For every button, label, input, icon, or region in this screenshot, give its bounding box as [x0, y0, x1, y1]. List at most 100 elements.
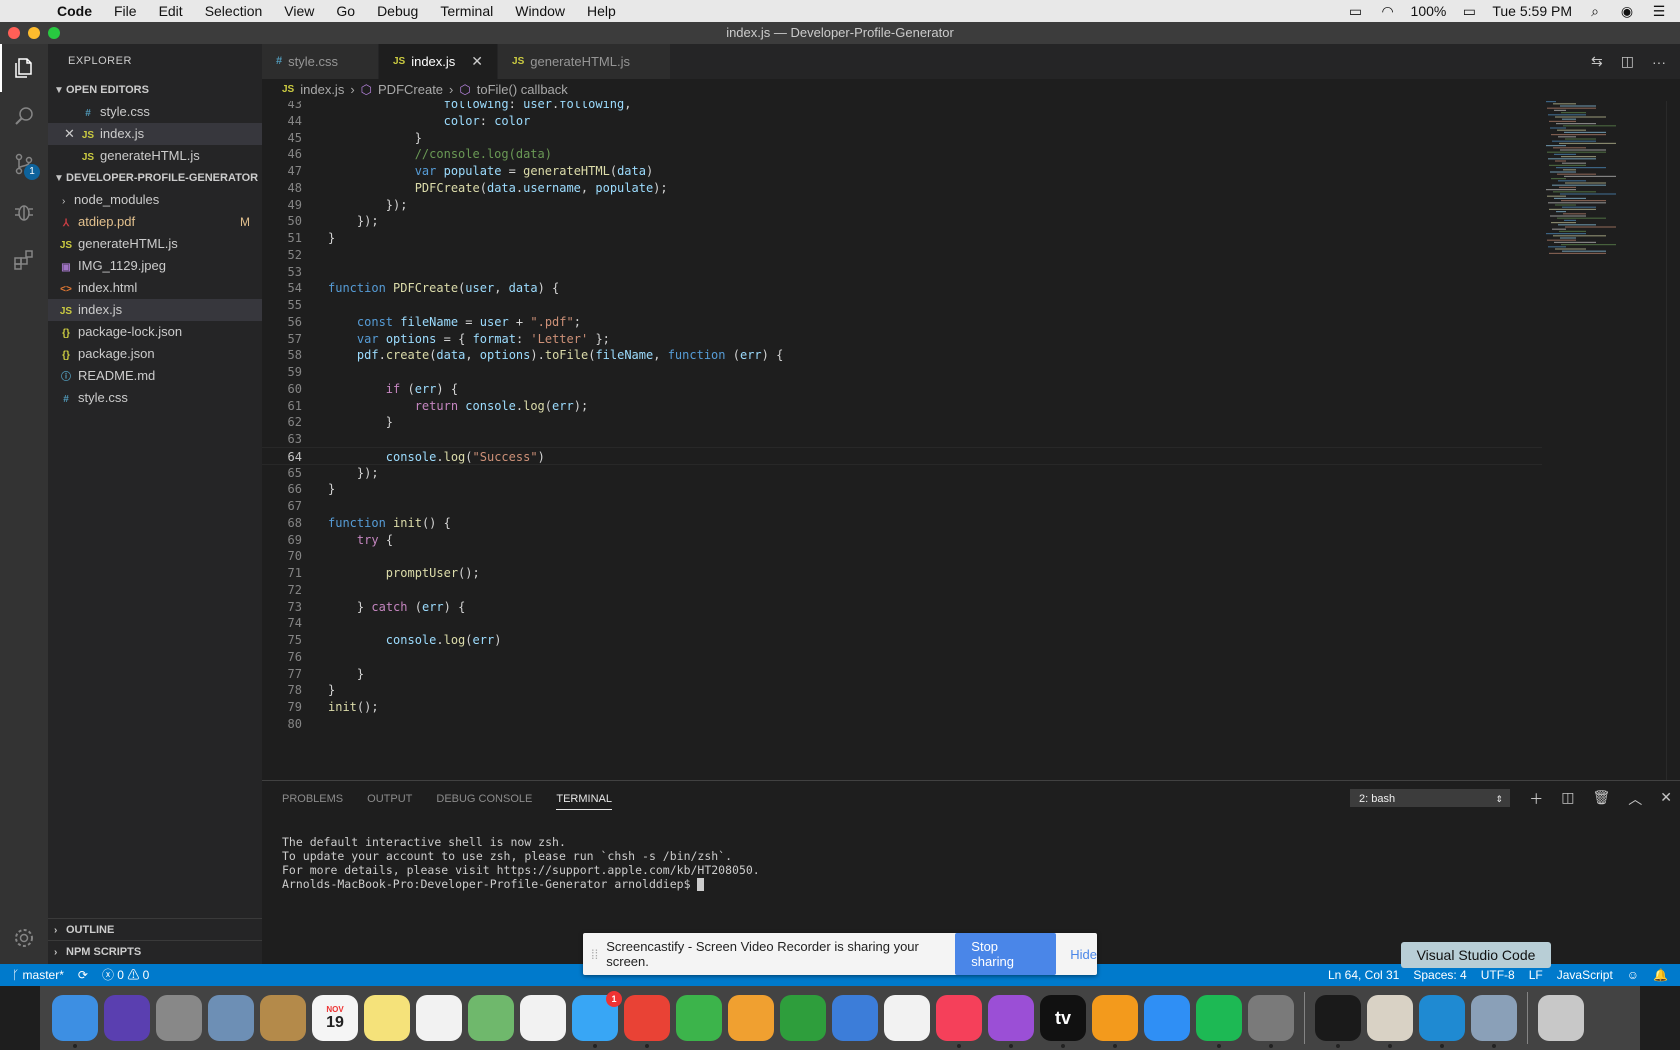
- news-icon[interactable]: [884, 995, 930, 1041]
- menu-go[interactable]: Go: [325, 0, 366, 22]
- search-icon[interactable]: [0, 92, 48, 140]
- debug-icon[interactable]: [0, 188, 48, 236]
- file-tree-item-selected[interactable]: JS index.js: [48, 299, 262, 321]
- source-control-icon[interactable]: 1: [0, 140, 48, 188]
- maps-icon[interactable]: [468, 995, 514, 1041]
- code-line[interactable]: 66}: [262, 480, 1542, 498]
- outline-header[interactable]: › OUTLINE: [48, 918, 262, 940]
- git-branch-status[interactable]: ᚴ master*: [12, 964, 64, 986]
- file-tree-item[interactable]: # style.css: [48, 387, 262, 409]
- notifications-bell-icon[interactable]: 🔔: [1653, 964, 1668, 986]
- code-line[interactable]: 49 });: [262, 196, 1542, 214]
- spotify-icon[interactable]: [1196, 995, 1242, 1048]
- code-line[interactable]: 54 function PDFCreate(user, data) {: [262, 279, 1542, 297]
- notes-icon[interactable]: [364, 995, 410, 1041]
- code-line[interactable]: 62 }: [262, 413, 1542, 431]
- code-line[interactable]: 76: [262, 648, 1542, 666]
- code-line[interactable]: 48 PDFCreate(data.username, populate);: [262, 179, 1542, 197]
- code-line[interactable]: 52: [262, 246, 1542, 264]
- tab-generatehtml-js[interactable]: JS generateHTML.js: [498, 44, 671, 79]
- numbers-icon[interactable]: [780, 995, 826, 1041]
- app-store-icon[interactable]: [1144, 995, 1190, 1041]
- split-editor-icon[interactable]: ◫: [1621, 53, 1634, 70]
- code-line[interactable]: 74: [262, 614, 1542, 632]
- menu-file[interactable]: File: [103, 0, 148, 22]
- extensions-icon[interactable]: [0, 236, 48, 284]
- more-actions-icon[interactable]: ···: [1652, 54, 1666, 70]
- terminal-output[interactable]: The default interactive shell is now zsh…: [282, 835, 760, 891]
- terminal-prompt-line[interactable]: Arnolds-MacBook-Pro:Developer-Profile-Ge…: [282, 877, 760, 891]
- breadcrumb-symbol[interactable]: toFile() callback: [477, 79, 568, 101]
- system-preferences-icon[interactable]: [1248, 995, 1294, 1048]
- podcasts-icon[interactable]: [988, 995, 1034, 1048]
- finder-icon[interactable]: [52, 995, 98, 1048]
- airplay-icon[interactable]: ▭: [1347, 3, 1365, 20]
- open-changes-icon[interactable]: ⇆: [1591, 53, 1603, 70]
- code-line[interactable]: 61 return console.log(err);: [262, 397, 1542, 415]
- calendar-icon[interactable]: NOV 19: [312, 995, 358, 1041]
- code-line[interactable]: 71 promptUser();: [262, 564, 1542, 582]
- spotlight-search-icon[interactable]: ⌕: [1586, 3, 1604, 20]
- panel-tab-debug-console[interactable]: DEBUG CONSOLE: [436, 793, 532, 805]
- code-line[interactable]: 69 try {: [262, 531, 1542, 549]
- project-folder-header[interactable]: ▼ DEVELOPER-PROFILE-GENERATOR: [48, 167, 262, 189]
- menu-help[interactable]: Help: [576, 0, 627, 22]
- editor-scrollbar[interactable]: [1666, 101, 1680, 780]
- code-line[interactable]: 77 }: [262, 665, 1542, 683]
- open-editor-item[interactable]: JS generateHTML.js: [48, 145, 262, 167]
- split-terminal-icon[interactable]: ◫: [1561, 789, 1574, 809]
- feedback-smiley-icon[interactable]: ☺: [1627, 964, 1639, 986]
- code-line[interactable]: 60 if (err) {: [262, 380, 1542, 398]
- code-line[interactable]: 47 var populate = generateHTML(data): [262, 162, 1542, 180]
- zoom-window-button[interactable]: [48, 27, 60, 39]
- menu-edit[interactable]: Edit: [148, 0, 194, 22]
- keynote-icon[interactable]: [832, 995, 878, 1041]
- menu-terminal[interactable]: Terminal: [429, 0, 504, 22]
- code-line[interactable]: 44 color: color: [262, 112, 1542, 130]
- messages-icon[interactable]: 1: [572, 991, 622, 1048]
- cursor-position[interactable]: Ln 64, Col 31: [1328, 964, 1399, 986]
- file-tree-item[interactable]: {} package.json: [48, 343, 262, 365]
- code-line[interactable]: 79 init();: [262, 698, 1542, 716]
- code-line[interactable]: 68 function init() {: [262, 514, 1542, 532]
- code-line[interactable]: 46 //console.log(data): [262, 145, 1542, 163]
- menu-clock[interactable]: Tue 5:59 PM: [1492, 3, 1572, 19]
- new-terminal-icon[interactable]: ＋: [1529, 789, 1543, 809]
- vscode-icon[interactable]: [1419, 995, 1465, 1048]
- sync-icon[interactable]: ⟳: [78, 964, 88, 986]
- tab-style-css[interactable]: # style.css: [262, 44, 379, 79]
- menu-app-name[interactable]: Code: [46, 0, 103, 22]
- reminders-icon[interactable]: [416, 995, 462, 1041]
- code-line[interactable]: 73 } catch (err) {: [262, 598, 1542, 616]
- open-editor-item[interactable]: # style.css: [48, 101, 262, 123]
- stop-sharing-button[interactable]: Stop sharing: [955, 933, 1057, 975]
- drag-handle-icon[interactable]: ⁞⁞: [591, 947, 598, 962]
- textedit-icon[interactable]: [1367, 995, 1413, 1048]
- file-tree-item[interactable]: JS generateHTML.js: [48, 233, 262, 255]
- contacts-icon[interactable]: [260, 995, 306, 1041]
- pages-icon[interactable]: [728, 995, 774, 1041]
- launchpad-icon[interactable]: [156, 995, 202, 1041]
- menu-view[interactable]: View: [273, 0, 325, 22]
- menu-window[interactable]: Window: [504, 0, 576, 22]
- breadcrumb-file[interactable]: index.js: [300, 79, 344, 101]
- open-editor-item-active[interactable]: ✕ JS index.js: [48, 123, 262, 145]
- wifi-icon[interactable]: ◠: [1379, 3, 1397, 20]
- code-line[interactable]: 57 var options = { format: 'Letter' };: [262, 330, 1542, 348]
- panel-tab-problems[interactable]: PROBLEMS: [282, 793, 343, 805]
- code-editor[interactable]: 43 following: user.following, 44 color: c…: [262, 101, 1680, 780]
- code-line[interactable]: 56 const fileName = user + ".pdf";: [262, 313, 1542, 331]
- settings-gear-icon[interactable]: [0, 914, 48, 962]
- menu-selection[interactable]: Selection: [194, 0, 274, 22]
- code-line[interactable]: 50 });: [262, 212, 1542, 230]
- minimap[interactable]: [1544, 101, 1654, 261]
- problems-status[interactable]: ⓧ 0 ⚠ 0: [102, 964, 149, 986]
- terminal-icon[interactable]: [1315, 995, 1361, 1048]
- apple-tv-icon[interactable]: tv: [1040, 995, 1086, 1048]
- terminal-select[interactable]: 2: bash ⇕: [1350, 789, 1510, 807]
- maximize-panel-icon[interactable]: ︿: [1628, 789, 1642, 809]
- code-line[interactable]: 64 console.log("Success"): [262, 446, 1542, 465]
- code-line[interactable]: 70: [262, 547, 1542, 565]
- code-line[interactable]: 72: [262, 581, 1542, 599]
- code-line[interactable]: 58 pdf.create(data, options).toFile(file…: [262, 346, 1542, 364]
